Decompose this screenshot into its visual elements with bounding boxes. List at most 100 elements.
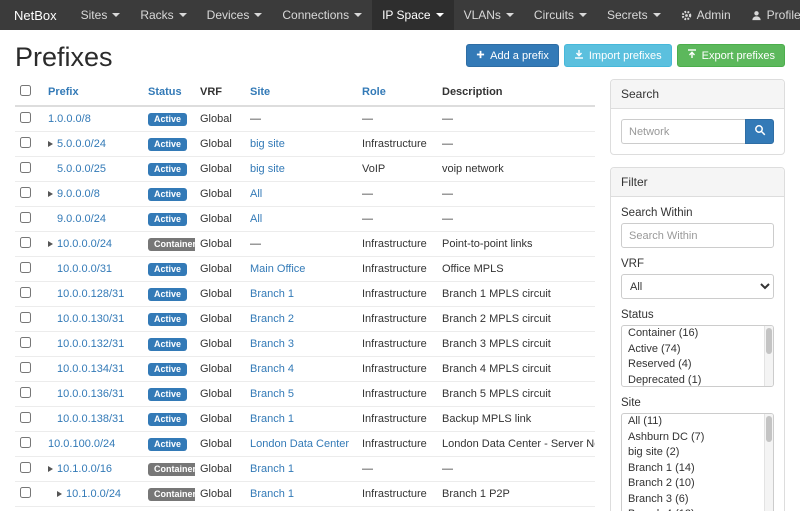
search-button[interactable] bbox=[745, 119, 774, 144]
role-cell: Infrastructure bbox=[357, 332, 437, 357]
nav-item-ip-space[interactable]: IP Space bbox=[372, 0, 453, 30]
row-checkbox[interactable] bbox=[20, 312, 31, 323]
row-checkbox[interactable] bbox=[20, 212, 31, 223]
site-link[interactable]: Branch 1 bbox=[250, 488, 294, 500]
multiselect-option[interactable]: Branch 3 (6) bbox=[622, 492, 773, 508]
profile-link[interactable]: Profile bbox=[741, 0, 800, 30]
col-header-status[interactable]: Status bbox=[148, 86, 182, 98]
prefix-link[interactable]: 5.0.0.0/25 bbox=[57, 163, 106, 175]
multiselect-option[interactable]: Ashburn DC (7) bbox=[622, 430, 773, 446]
expand-arrow-icon[interactable] bbox=[48, 141, 53, 147]
col-header-site[interactable]: Site bbox=[250, 86, 270, 98]
page-header: Prefixes Add a prefix Import prefixes Ex… bbox=[15, 42, 785, 73]
prefix-link[interactable]: 5.0.0.0/24 bbox=[57, 138, 106, 150]
prefix-link[interactable]: 10.0.0.138/31 bbox=[57, 413, 124, 425]
row-checkbox[interactable] bbox=[20, 237, 31, 248]
row-checkbox[interactable] bbox=[20, 362, 31, 373]
table-row: 9.0.0.0/8ActiveGlobalAll—— bbox=[15, 182, 595, 207]
nav-item-circuits[interactable]: Circuits bbox=[524, 0, 597, 30]
prefix-link[interactable]: 10.0.0.136/31 bbox=[57, 388, 124, 400]
import-prefixes-button[interactable]: Import prefixes bbox=[564, 44, 672, 67]
site-cell: Branch 1 bbox=[245, 482, 357, 507]
expand-arrow-icon[interactable] bbox=[48, 191, 53, 197]
prefix-link[interactable]: 10.1.0.0/16 bbox=[57, 463, 112, 475]
row-checkbox[interactable] bbox=[20, 262, 31, 273]
row-checkbox[interactable] bbox=[20, 437, 31, 448]
site-link[interactable]: Branch 1 bbox=[250, 463, 294, 475]
prefix-link[interactable]: 9.0.0.0/8 bbox=[57, 188, 100, 200]
site-link[interactable]: big site bbox=[250, 163, 285, 175]
scrollbar[interactable] bbox=[764, 326, 773, 386]
row-checkbox[interactable] bbox=[20, 287, 31, 298]
vrf-select[interactable]: All bbox=[621, 274, 774, 299]
site-multiselect[interactable]: All (11)Ashburn DC (7)big site (2)Branch… bbox=[621, 413, 774, 511]
site-link[interactable]: Branch 3 bbox=[250, 338, 294, 350]
expand-arrow-icon[interactable] bbox=[48, 241, 53, 247]
role-cell: Infrastructure bbox=[357, 132, 437, 157]
select-all-checkbox[interactable] bbox=[20, 85, 31, 96]
scrollbar[interactable] bbox=[764, 414, 773, 511]
col-header-prefix[interactable]: Prefix bbox=[48, 86, 79, 98]
row-checkbox[interactable] bbox=[20, 187, 31, 198]
site-link[interactable]: Main Office bbox=[250, 263, 305, 275]
status-multiselect[interactable]: Container (16)Active (74)Reserved (4)Dep… bbox=[621, 325, 774, 387]
expand-arrow-icon[interactable] bbox=[57, 491, 62, 497]
site-link[interactable]: All bbox=[250, 213, 262, 225]
status-badge: Active bbox=[148, 263, 187, 276]
prefix-link[interactable]: 9.0.0.0/24 bbox=[57, 213, 106, 225]
table-row: 10.0.0.132/31ActiveGlobalBranch 3Infrast… bbox=[15, 332, 595, 357]
nav-item-vlans[interactable]: VLANs bbox=[454, 0, 524, 30]
multiselect-option[interactable]: Branch 4 (12) bbox=[622, 507, 773, 511]
prefix-link[interactable]: 10.0.100.0/24 bbox=[48, 438, 115, 450]
site-link[interactable]: London Data Center bbox=[250, 438, 349, 450]
prefix-link[interactable]: 10.0.0.130/31 bbox=[57, 313, 124, 325]
multiselect-option[interactable]: Container (16) bbox=[622, 326, 773, 342]
vrf-cell: Global bbox=[195, 106, 245, 132]
site-link[interactable]: Branch 5 bbox=[250, 388, 294, 400]
prefix-link[interactable]: 10.1.0.0/24 bbox=[66, 488, 121, 500]
site-link[interactable]: Branch 4 bbox=[250, 363, 294, 375]
app-brand[interactable]: NetBox bbox=[0, 0, 71, 30]
row-checkbox[interactable] bbox=[20, 462, 31, 473]
table-row: 5.0.0.0/24ActiveGlobalbig siteInfrastruc… bbox=[15, 132, 595, 157]
nav-item-devices[interactable]: Devices bbox=[197, 0, 273, 30]
row-checkbox[interactable] bbox=[20, 412, 31, 423]
import-icon bbox=[574, 49, 584, 62]
admin-link[interactable]: Admin bbox=[671, 0, 741, 30]
prefix-link[interactable]: 10.0.0.0/31 bbox=[57, 263, 112, 275]
multiselect-option[interactable]: big site (2) bbox=[622, 445, 773, 461]
export-prefixes-button[interactable]: Export prefixes bbox=[677, 44, 785, 67]
site-link[interactable]: Branch 2 bbox=[250, 313, 294, 325]
multiselect-option[interactable]: Deprecated (1) bbox=[622, 373, 773, 388]
multiselect-option[interactable]: Reserved (4) bbox=[622, 357, 773, 373]
col-header-role[interactable]: Role bbox=[362, 86, 386, 98]
search-within-input[interactable] bbox=[621, 223, 774, 248]
site-link[interactable]: Branch 1 bbox=[250, 413, 294, 425]
site-link[interactable]: Branch 1 bbox=[250, 288, 294, 300]
row-checkbox[interactable] bbox=[20, 112, 31, 123]
row-checkbox[interactable] bbox=[20, 162, 31, 173]
search-input[interactable] bbox=[621, 119, 745, 144]
nav-item-racks[interactable]: Racks bbox=[130, 0, 196, 30]
add-prefix-button[interactable]: Add a prefix bbox=[466, 44, 559, 67]
row-checkbox[interactable] bbox=[20, 387, 31, 398]
prefix-link[interactable]: 10.0.0.134/31 bbox=[57, 363, 124, 375]
nav-item-sites[interactable]: Sites bbox=[71, 0, 131, 30]
nav-item-secrets[interactable]: Secrets bbox=[597, 0, 671, 30]
prefix-link[interactable]: 10.0.0.128/31 bbox=[57, 288, 124, 300]
row-checkbox[interactable] bbox=[20, 337, 31, 348]
prefix-link[interactable]: 1.0.0.0/8 bbox=[48, 113, 91, 125]
prefix-link[interactable]: 10.0.0.0/24 bbox=[57, 238, 112, 250]
multiselect-option[interactable]: Active (74) bbox=[622, 342, 773, 358]
row-checkbox[interactable] bbox=[20, 487, 31, 498]
multiselect-option[interactable]: Branch 2 (10) bbox=[622, 476, 773, 492]
site-link[interactable]: big site bbox=[250, 138, 285, 150]
row-checkbox[interactable] bbox=[20, 137, 31, 148]
expand-arrow-icon[interactable] bbox=[48, 466, 53, 472]
nav-item-connections[interactable]: Connections bbox=[272, 0, 372, 30]
site-link[interactable]: All bbox=[250, 188, 262, 200]
status-badge: Active bbox=[148, 413, 187, 426]
multiselect-option[interactable]: Branch 1 (14) bbox=[622, 461, 773, 477]
prefix-link[interactable]: 10.0.0.132/31 bbox=[57, 338, 124, 350]
multiselect-option[interactable]: All (11) bbox=[622, 414, 773, 430]
